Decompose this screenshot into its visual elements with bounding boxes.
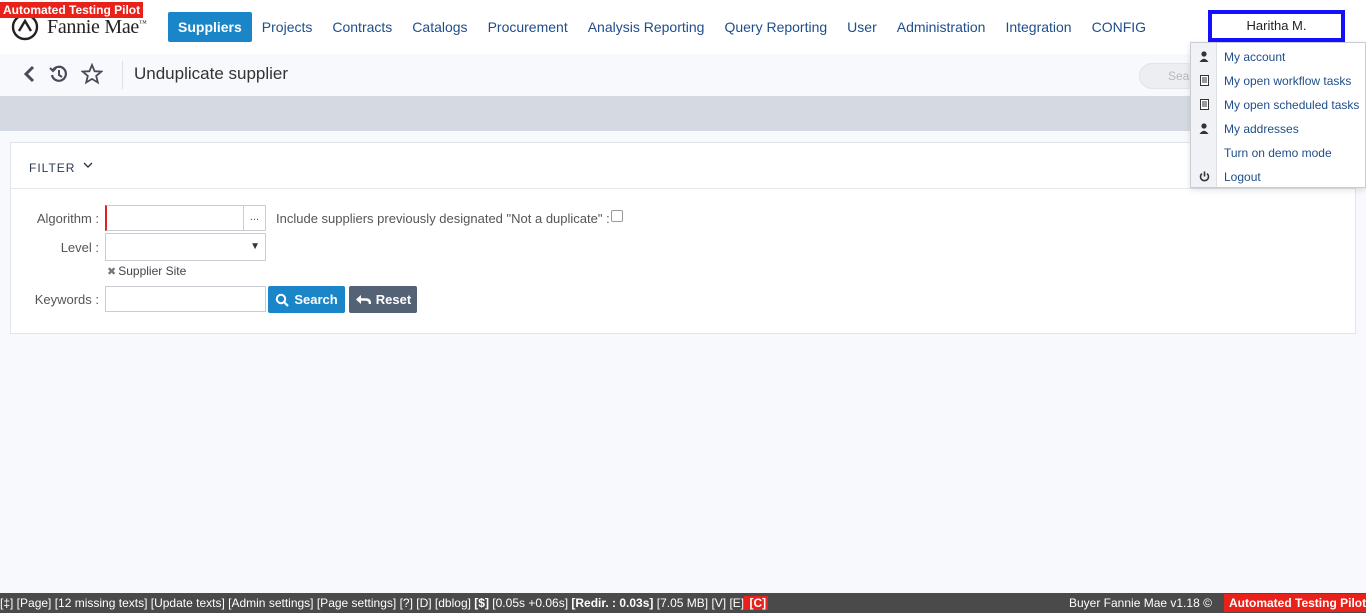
person-icon: [1198, 50, 1210, 62]
debug-link[interactable]: [Admin settings]: [225, 596, 313, 610]
debug-link[interactable]: [?]: [396, 596, 413, 610]
document-icon: [1198, 74, 1210, 86]
user-menu-item-turn-on-demo-mode[interactable]: Turn on demo mode: [1191, 141, 1366, 165]
nav-item-procurement[interactable]: Procurement: [478, 12, 578, 42]
page-title: Unduplicate supplier: [134, 64, 289, 83]
page-header: Unduplicate supplier Sea: [0, 54, 1366, 96]
user-dropdown-menu: My account My open workflow tasks My open …: [1190, 42, 1366, 188]
algorithm-input[interactable]: [105, 205, 244, 231]
chevron-down-icon[interactable]: [82, 159, 94, 171]
nav-item-integration[interactable]: Integration: [995, 12, 1081, 42]
level-select[interactable]: ▼: [105, 233, 266, 261]
debug-link[interactable]: [Redir. : 0.03s]: [568, 596, 653, 610]
nav-item-config[interactable]: CONFIG: [1082, 12, 1156, 42]
document-icon: [1198, 98, 1210, 110]
automated-testing-badge: Automated Testing Pilot: [0, 2, 144, 18]
level-chip[interactable]: ✖ Supplier Site: [107, 264, 186, 278]
debug-link[interactable]: [dblog]: [432, 596, 471, 610]
search-icon: [276, 293, 290, 307]
include-not-duplicate-checkbox[interactable]: [611, 210, 623, 222]
main-menu: Suppliers Projects Contracts Catalogs Procur…: [168, 12, 1156, 42]
filter-toggle[interactable]: FILTER: [29, 161, 75, 175]
nav-item-query-reporting[interactable]: Query Reporting: [714, 12, 837, 42]
debug-link[interactable]: [Page]: [13, 596, 52, 610]
user-menu-item-my-open-workflow-tasks[interactable]: My open workflow tasks: [1191, 69, 1366, 93]
level-label: Level :: [60, 240, 99, 255]
algorithm-browse-button[interactable]: ...: [243, 205, 266, 231]
automated-testing-footer-badge: Automated Testing Pilot: [1224, 594, 1366, 612]
filter-panel: FILTER Algorithm : ... Include suppliers…: [10, 142, 1356, 334]
debug-link[interactable]: [V]: [708, 596, 726, 610]
reset-button[interactable]: Reset: [349, 286, 417, 313]
debug-link[interactable]: [Update texts]: [147, 596, 225, 610]
nav-item-user[interactable]: User: [837, 12, 887, 42]
select-caret-icon: ▼: [250, 241, 260, 252]
top-navbar: Fannie Mae™ Suppliers Projects Contracts Ca…: [0, 0, 1366, 54]
debug-link[interactable]: [Page settings]: [314, 596, 396, 610]
debug-links: [‡] [Page] [12 missing texts] [Update te…: [0, 596, 769, 610]
remove-icon[interactable]: ✖: [107, 266, 116, 278]
debug-link[interactable]: [‡]: [0, 596, 13, 610]
app-version: Buyer Fannie Mae v1.18 ©: [1069, 596, 1212, 610]
debug-link[interactable]: [E]: [726, 596, 744, 610]
nav-item-analysis-reporting[interactable]: Analysis Reporting: [578, 12, 715, 42]
debug-link[interactable]: [C]: [744, 596, 769, 610]
user-menu-button[interactable]: Haritha M.: [1208, 10, 1345, 42]
user-menu-item-my-account[interactable]: My account: [1191, 45, 1366, 69]
undo-icon: [355, 294, 371, 304]
include-not-duplicate-label: Include suppliers previously designated …: [276, 211, 610, 226]
algorithm-label: Algorithm :: [36, 211, 99, 226]
user-name: Haritha M.: [1246, 18, 1307, 33]
toolbar-band: [0, 96, 1366, 131]
debug-link[interactable]: [$]: [471, 596, 489, 610]
history-icon[interactable]: [48, 63, 70, 85]
keywords-label: Keywords :: [34, 292, 99, 307]
power-icon: [1198, 170, 1210, 182]
keywords-input[interactable]: [105, 286, 266, 312]
nav-item-administration[interactable]: Administration: [887, 12, 996, 42]
debug-link[interactable]: [D]: [413, 596, 431, 610]
user-menu-item-my-addresses[interactable]: My addresses: [1191, 117, 1366, 141]
back-arrow-icon[interactable]: [18, 63, 40, 85]
search-button[interactable]: Search: [268, 286, 345, 313]
debug-link[interactable]: [12 missing texts]: [51, 596, 148, 610]
brand-name: Fannie Mae™: [47, 15, 147, 38]
debug-footer: [‡] [Page] [12 missing texts] [Update te…: [0, 593, 1366, 613]
person-icon: [1198, 122, 1210, 134]
debug-link[interactable]: [0.05s +0.06s]: [489, 596, 568, 610]
nav-item-contracts[interactable]: Contracts: [322, 12, 402, 42]
nav-item-projects[interactable]: Projects: [252, 12, 323, 42]
user-menu-item-my-open-scheduled-tasks[interactable]: My open scheduled tasks: [1191, 93, 1366, 117]
nav-item-catalogs[interactable]: Catalogs: [402, 12, 477, 42]
user-menu-item-logout[interactable]: Logout: [1191, 165, 1366, 189]
header-divider: [122, 61, 123, 89]
debug-link[interactable]: [7.05 MB]: [653, 596, 708, 610]
star-icon[interactable]: [81, 63, 103, 85]
nav-item-suppliers[interactable]: Suppliers: [168, 12, 252, 42]
filter-panel-header: FILTER: [11, 143, 1355, 189]
